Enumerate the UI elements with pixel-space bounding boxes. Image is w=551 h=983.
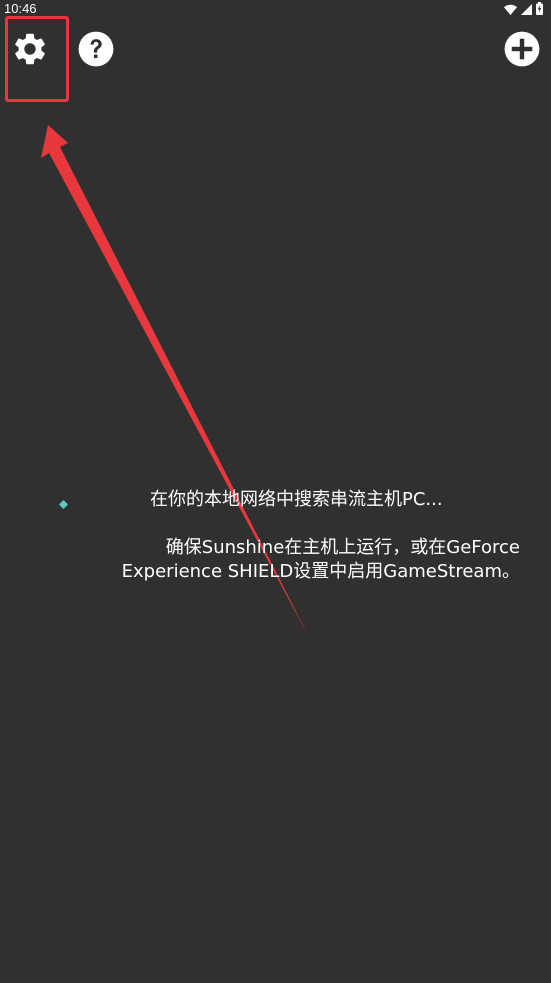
hint-message: 确保Sunshine在主机上运行，或在GeForce Experience SH…	[100, 536, 520, 584]
hint-line-1: 确保Sunshine在主机上运行，或在GeForce	[165, 537, 520, 558]
hint-line-2: Experience SHIELD设置中启用GameStream。	[121, 561, 520, 582]
app-screen: 10:46 在你的本地网络中搜索串流主机PC... 确保Sunshine在主机上…	[0, 0, 551, 983]
loading-spinner	[59, 494, 68, 509]
searching-message: 在你的本地网络中搜索串流主机PC...	[150, 489, 443, 510]
